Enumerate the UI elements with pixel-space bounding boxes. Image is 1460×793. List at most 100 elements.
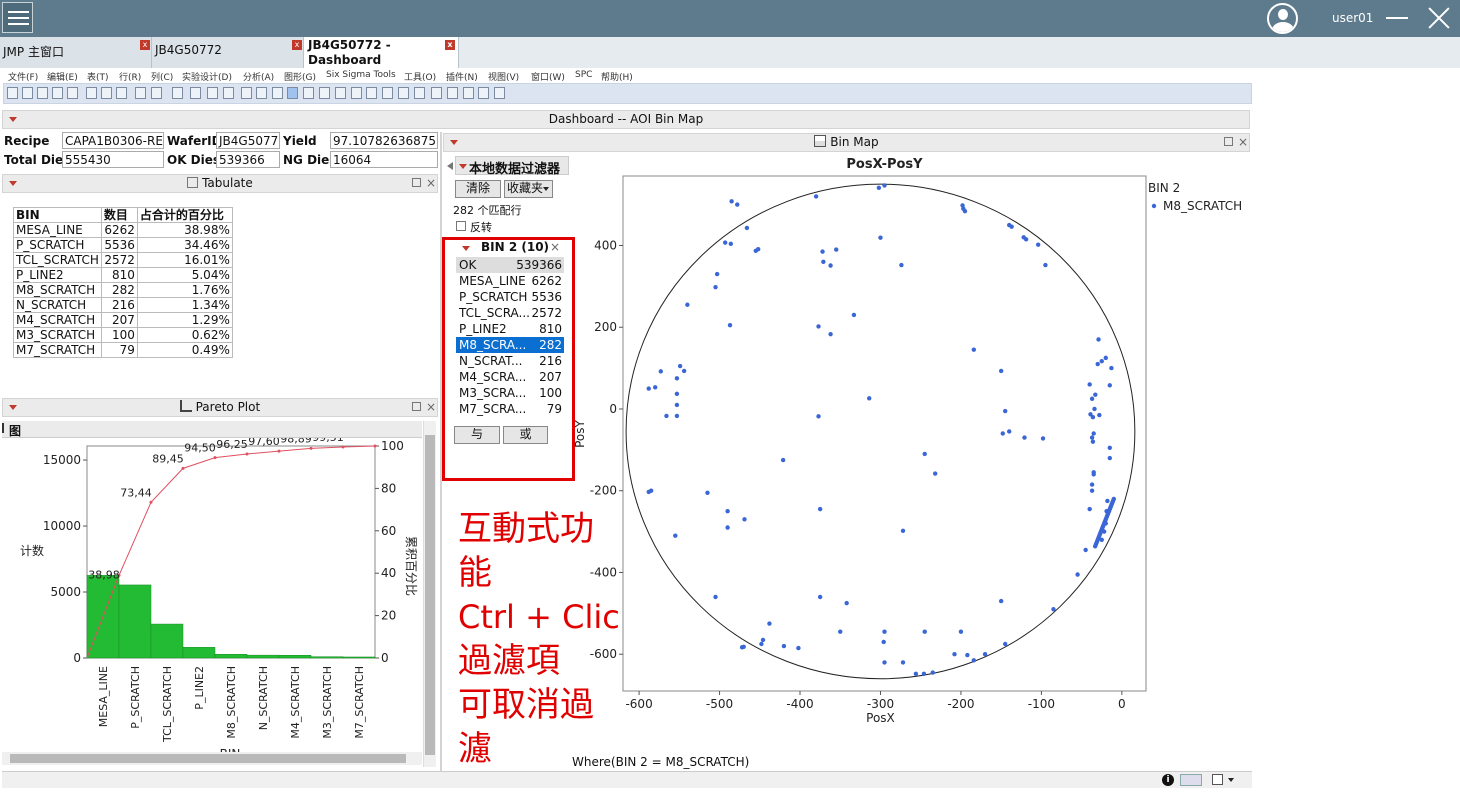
toolbar-tool-icon[interactable] [135, 87, 146, 99]
menu-view[interactable]: 视图(V) [488, 70, 519, 83]
group-close-icon[interactable]: × [550, 240, 560, 254]
toolbar-tool-icon[interactable] [463, 87, 474, 99]
menu-help[interactable]: 帮助(H) [601, 70, 633, 83]
toolbar-tool-icon[interactable] [366, 87, 377, 99]
toolbar-tool-icon[interactable] [494, 87, 505, 99]
favorites-dropdown[interactable]: 收藏夹 [504, 180, 553, 198]
home-icon[interactable] [1180, 774, 1202, 786]
tab-close-icon[interactable]: x [292, 40, 302, 50]
dashboard-menu-triangle-icon[interactable] [7, 114, 19, 124]
menu-addins[interactable]: 插件(N) [446, 70, 478, 83]
maximize-icon[interactable] [412, 178, 421, 187]
filter-menu-triangle-icon[interactable] [457, 161, 469, 171]
menu-window[interactable]: 窗口(W) [531, 70, 565, 83]
menu-tools[interactable]: 工具(O) [404, 70, 436, 83]
and-button[interactable]: 与 [454, 426, 500, 444]
menu-doe[interactable]: 实验设计(D) [182, 70, 232, 83]
filter-item[interactable]: P_SCRATCH 5536 [456, 289, 564, 305]
toolbar-tool-icon[interactable] [431, 87, 442, 99]
toolbar-tool-icon[interactable] [398, 87, 409, 99]
disclosure-icon[interactable] [2, 423, 6, 433]
toolbar-tool-icon[interactable] [7, 87, 18, 99]
user-avatar-icon[interactable] [1267, 3, 1298, 34]
toolbar-tool-icon[interactable] [303, 87, 314, 99]
tab-close-icon[interactable]: x [140, 40, 150, 50]
toolbar-tool-icon[interactable] [190, 87, 201, 99]
panel-close-icon[interactable]: × [1238, 134, 1248, 151]
pareto-menu-triangle-icon[interactable] [7, 402, 19, 412]
toolbar-tool-icon[interactable] [52, 87, 63, 99]
maximize-icon[interactable] [412, 402, 421, 411]
scroll-thumb[interactable] [10, 754, 406, 763]
toolbar-tool-icon[interactable] [223, 87, 234, 99]
filter-item[interactable]: MESA_LINE 6262 [456, 273, 564, 289]
toolbar-tool-icon[interactable] [287, 87, 298, 99]
y2-tick-label: 20 [381, 609, 396, 623]
toolbar-tool-icon[interactable] [351, 87, 362, 99]
horizontal-scrollbar[interactable] [2, 752, 422, 765]
info-icon[interactable]: i [1162, 774, 1174, 786]
legend-title: BIN 2 [1148, 181, 1180, 195]
menu-table[interactable]: 表(T) [87, 70, 109, 83]
menu-edit[interactable]: 编辑(E) [47, 70, 78, 83]
filter-item-count: 6262 [531, 274, 562, 288]
menu-graph[interactable]: 图形(G) [284, 70, 316, 83]
toolbar-tool-icon[interactable] [101, 87, 112, 99]
or-button[interactable]: 或 [503, 426, 548, 444]
toolbar-tool-icon[interactable] [447, 87, 458, 99]
group-menu-triangle-icon[interactable] [460, 243, 472, 253]
scatter-point [998, 368, 1004, 374]
clear-button[interactable]: 清除 [455, 180, 501, 198]
filter-item[interactable]: P_LINE2 810 [456, 321, 564, 337]
scatter-point [913, 671, 919, 677]
scroll-thumb[interactable] [425, 435, 435, 755]
menu-rows[interactable]: 行(R) [119, 70, 141, 83]
menu-file[interactable]: 文件(F) [8, 70, 38, 83]
close-icon[interactable] [1425, 4, 1453, 32]
vertical-scrollbar[interactable] [423, 421, 436, 767]
binmap-menu-triangle-icon[interactable] [448, 137, 460, 147]
hamburger-menu-icon[interactable] [2, 2, 33, 33]
menu-six-sigma[interactable]: Six Sigma Tools [326, 70, 396, 80]
chevron-down-icon[interactable] [1228, 778, 1234, 782]
toolbar-tool-icon[interactable] [256, 87, 267, 99]
minimize-icon[interactable] [1386, 17, 1408, 19]
toolbar-tool-icon[interactable] [241, 87, 252, 99]
tabulate-menu-triangle-icon[interactable] [7, 178, 19, 188]
toolbar-tool-icon[interactable] [414, 87, 425, 99]
filter-item[interactable]: N_SCRAT... 216 [456, 353, 564, 369]
filter-item[interactable]: M3_SCRA... 100 [456, 385, 564, 401]
menu-analyze[interactable]: 分析(A) [243, 70, 274, 83]
toolbar-tool-icon[interactable] [335, 87, 346, 99]
toolbar-tool-icon[interactable] [22, 87, 33, 99]
invert-checkbox[interactable] [456, 221, 466, 231]
scatter-point [1035, 242, 1041, 247]
toolbar-tool-icon[interactable] [172, 87, 183, 99]
panel-close-icon[interactable]: × [426, 175, 436, 192]
filter-collapse-icon[interactable] [447, 159, 455, 170]
menu-spc[interactable]: SPC [575, 70, 592, 80]
tab-wafer[interactable]: JB4G50772 x [152, 37, 304, 68]
maximize-icon[interactable] [1224, 137, 1233, 146]
filter-item[interactable]: TCL_SCRA... 2572 [456, 305, 564, 321]
filter-item[interactable]: M7_SCRA... 79 [456, 401, 564, 417]
toolbar-tool-icon[interactable] [272, 87, 283, 99]
toolbar-tool-icon[interactable] [37, 87, 48, 99]
tab-jmp-main[interactable]: JMP 主窗口 x [0, 37, 152, 68]
toolbar-tool-icon[interactable] [382, 87, 393, 99]
tab-dashboard[interactable]: JB4G50772 - Dashboard x [304, 37, 459, 68]
toolbar-tool-icon[interactable] [116, 87, 127, 99]
toolbar-tool-icon[interactable] [151, 87, 162, 99]
menu-cols[interactable]: 列(C) [151, 70, 173, 83]
filter-item[interactable]: OK 539366 [456, 257, 564, 273]
tab-close-icon[interactable]: x [445, 40, 455, 50]
window-list-icon[interactable] [1212, 774, 1223, 785]
filter-item[interactable]: M8_SCRA... 282 [456, 337, 564, 353]
toolbar-tool-icon[interactable] [319, 87, 330, 99]
toolbar-tool-icon[interactable] [67, 87, 78, 99]
toolbar-tool-icon[interactable] [86, 87, 97, 99]
toolbar-tool-icon[interactable] [478, 87, 489, 99]
toolbar-tool-icon[interactable] [207, 87, 218, 99]
filter-item[interactable]: M4_SCRA... 207 [456, 369, 564, 385]
panel-close-icon[interactable]: × [426, 399, 436, 416]
